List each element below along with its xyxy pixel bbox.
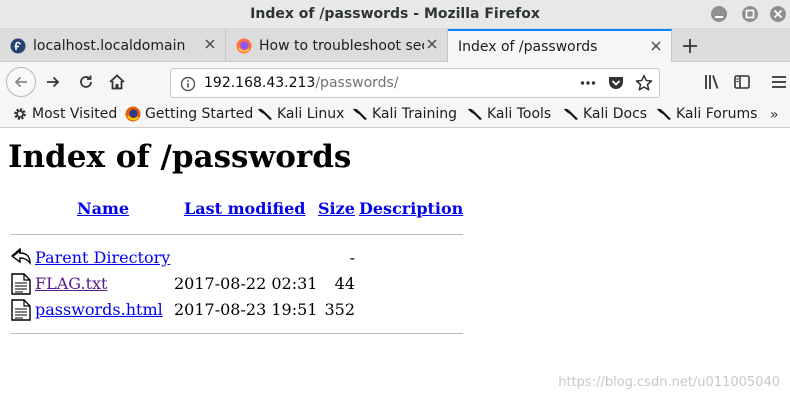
page-content: Index of /passwords Name Last modified S… xyxy=(0,129,790,400)
close-icon xyxy=(773,9,783,19)
kali-dragon-icon xyxy=(564,108,578,120)
library-icon xyxy=(705,75,719,89)
close-window-button[interactable] xyxy=(770,6,786,22)
page-heading: Index of /passwords xyxy=(8,139,352,175)
minimize-button[interactable] xyxy=(711,6,727,22)
text-file-icon xyxy=(11,299,31,321)
text-file-icon xyxy=(11,273,31,295)
sidebar-icon xyxy=(734,75,750,89)
window-titlebar: Index of /passwords - Mozilla Firefox xyxy=(0,0,790,29)
maximize-button[interactable] xyxy=(742,6,758,22)
url-bar[interactable]: 192.168.43.213/passwords/ xyxy=(170,68,660,98)
tab-localhost[interactable]: localhost.localdomain xyxy=(0,29,226,62)
back-button[interactable] xyxy=(6,67,36,97)
maximize-icon xyxy=(745,9,755,19)
fedora-icon xyxy=(10,38,26,53)
firefox-icon xyxy=(236,38,252,53)
bookmark-label: Most Visited xyxy=(32,106,118,122)
row-date: 2017-08-23 19:51 xyxy=(174,300,318,319)
column-header-description[interactable]: Description xyxy=(359,199,463,218)
reload-icon xyxy=(80,75,92,88)
close-tab-icon[interactable] xyxy=(649,39,663,53)
column-header-size[interactable]: Size xyxy=(318,199,355,218)
column-header-name[interactable]: Name xyxy=(77,199,129,218)
tab-label: localhost.localdomain xyxy=(33,37,186,54)
library-button[interactable] xyxy=(699,69,725,95)
passwords-html-link[interactable]: passwords.html xyxy=(35,300,163,319)
bookmark-label: Kali Tools xyxy=(487,106,552,122)
bookmark-getting-started[interactable]: Getting Started xyxy=(125,106,253,122)
sidebar-button[interactable] xyxy=(729,69,755,95)
navigation-toolbar: 192.168.43.213/passwords/ xyxy=(0,62,790,102)
tab-label: How to troubleshoot secu xyxy=(259,37,424,54)
tab-troubleshoot[interactable]: How to troubleshoot secu xyxy=(226,29,448,62)
forward-button[interactable] xyxy=(40,69,66,95)
home-button[interactable] xyxy=(104,69,130,95)
gear-icon xyxy=(14,108,26,120)
table-row: passwords.html 2017-08-23 19:51 352 xyxy=(10,298,464,321)
pocket-icon[interactable] xyxy=(607,74,625,92)
tab-strip: localhost.localdomain How to troubleshoo… xyxy=(0,29,790,63)
kali-dragon-icon xyxy=(258,108,272,120)
window-title: Index of /passwords - Mozilla Firefox xyxy=(250,6,540,22)
bookmark-label: Kali Training xyxy=(372,106,457,122)
bookmarks-overflow-chevron[interactable]: » xyxy=(770,107,779,123)
header-divider xyxy=(11,234,463,235)
reload-button[interactable] xyxy=(73,69,99,95)
back-arrow-icon xyxy=(14,76,27,88)
firefox-icon xyxy=(125,106,141,122)
row-size: - xyxy=(349,248,355,267)
home-icon xyxy=(109,74,125,90)
tab-label: Index of /passwords xyxy=(458,39,598,55)
bookmark-kali-forums[interactable]: Kali Forums xyxy=(656,106,757,122)
row-size: 44 xyxy=(334,274,355,293)
url-host: 192.168.43.213 xyxy=(204,75,316,91)
url-path: /passwords/ xyxy=(315,75,399,91)
tab-index-passwords[interactable]: Index of /passwords xyxy=(448,29,672,63)
bookmark-kali-training[interactable]: Kali Training xyxy=(352,106,457,122)
bookmark-label: Kali Docs xyxy=(583,106,648,122)
bookmark-label: Kali Linux xyxy=(277,106,345,122)
flag-txt-link[interactable]: FLAG.txt xyxy=(35,274,107,293)
close-tab-icon[interactable] xyxy=(425,37,439,51)
parent-directory-link[interactable]: Parent Directory xyxy=(35,248,170,267)
footer-divider xyxy=(11,333,463,334)
back-arrow-icon xyxy=(10,247,31,266)
kali-dragon-icon xyxy=(657,108,671,120)
bookmark-kali-tools[interactable]: Kali Tools xyxy=(467,106,551,122)
kali-dragon-icon xyxy=(468,108,482,120)
column-header-last-modified[interactable]: Last modified xyxy=(184,199,305,218)
row-size: 352 xyxy=(324,300,355,319)
bookmark-kali-docs[interactable]: Kali Docs xyxy=(563,106,647,122)
page-actions-icon[interactable] xyxy=(579,74,597,92)
info-icon[interactable] xyxy=(180,76,196,92)
url-text[interactable]: 192.168.43.213/passwords/ xyxy=(204,75,399,91)
bookmark-kali-linux[interactable]: Kali Linux xyxy=(257,106,344,122)
table-row: FLAG.txt 2017-08-22 02:31 44 xyxy=(10,272,464,295)
table-row: Parent Directory - xyxy=(10,246,464,268)
minimize-icon xyxy=(715,16,723,18)
watermark: https://blog.csdn.net/u011005040 xyxy=(558,375,780,390)
bookmark-most-visited[interactable]: Most Visited xyxy=(12,106,117,122)
bookmark-label: Getting Started xyxy=(145,106,254,122)
kali-dragon-icon xyxy=(353,108,367,120)
new-tab-icon[interactable] xyxy=(680,36,700,56)
bookmarks-toolbar: Most Visited Getting Started Kali Linux … xyxy=(0,102,790,128)
bookmark-star-icon[interactable] xyxy=(635,74,653,92)
row-date: 2017-08-22 02:31 xyxy=(174,274,318,293)
close-tab-icon[interactable] xyxy=(203,37,217,51)
bookmark-label: Kali Forums xyxy=(676,106,758,122)
hamburger-menu-icon xyxy=(772,76,786,88)
menu-button[interactable] xyxy=(766,69,790,95)
forward-arrow-icon xyxy=(47,76,60,88)
